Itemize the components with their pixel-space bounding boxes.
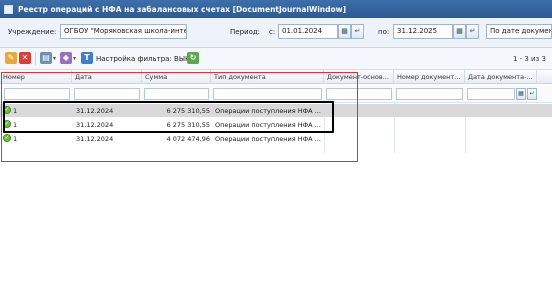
date-from-calendar-icon[interactable]: ▦	[338, 24, 351, 39]
actions-icon[interactable]: ◆	[60, 52, 72, 64]
grid-toolbar: ✎ ✕ ▤ ▾ ◆ ▾ T Настройка фильтра: ВЫКЛ ↻ …	[0, 48, 552, 70]
date-to-calendar-icon[interactable]: ▦	[453, 24, 466, 39]
sort-select[interactable]: По дате документ	[486, 24, 552, 39]
filter-doc-date-calendar-icon[interactable]: ▦	[516, 88, 526, 100]
annotation-black-frame	[3, 101, 334, 133]
date-from-field[interactable]: 01.01.2024	[278, 24, 338, 39]
period-label: Период:	[230, 28, 261, 36]
print-dropdown-icon[interactable]: ▾	[53, 55, 56, 62]
filter-settings-label[interactable]: Настройка фильтра: ВЫКЛ	[96, 55, 195, 63]
from-label: с:	[269, 28, 276, 36]
delete-icon[interactable]: ✕	[19, 52, 31, 64]
to-label: по:	[378, 28, 390, 36]
date-to-field[interactable]: 31.12.2025	[393, 24, 453, 39]
filter-doc-date-clear-icon[interactable]: ↵	[527, 88, 537, 100]
institution-label: Учреждение:	[8, 28, 57, 36]
column-doc-date[interactable]: Дата документа-...	[465, 70, 537, 84]
column-doc-number[interactable]: Номер документ...	[394, 70, 465, 84]
pager-info: 1 - 3 из 3	[512, 55, 546, 63]
date-to-clear-icon[interactable]: ↵	[466, 24, 479, 39]
window-icon	[4, 4, 13, 14]
filter-doc-number-input[interactable]	[396, 88, 463, 100]
window-titlebar[interactable]: Реестр операций с НФА на забалансовых сч…	[0, 0, 552, 18]
institution-field[interactable]: ОГБОУ "Моряковская школа-инте	[60, 24, 187, 39]
filter-doc-date-input[interactable]	[467, 88, 515, 100]
filter-settings-icon[interactable]: T	[81, 52, 93, 64]
date-from-clear-icon[interactable]: ↵	[351, 24, 364, 39]
toolbar-separator	[35, 52, 36, 65]
journal-window: Реестр операций с НФА на забалансовых сч…	[0, 0, 552, 298]
window-title: Реестр операций с НФА на забалансовых сч…	[18, 4, 347, 14]
filter-bar: Учреждение: ОГБОУ "Моряковская школа-инт…	[0, 18, 552, 48]
actions-dropdown-icon[interactable]: ▾	[73, 55, 76, 62]
edit-icon[interactable]: ✎	[5, 52, 17, 64]
print-icon[interactable]: ▤	[40, 52, 52, 64]
refresh-icon[interactable]: ↻	[187, 52, 199, 64]
